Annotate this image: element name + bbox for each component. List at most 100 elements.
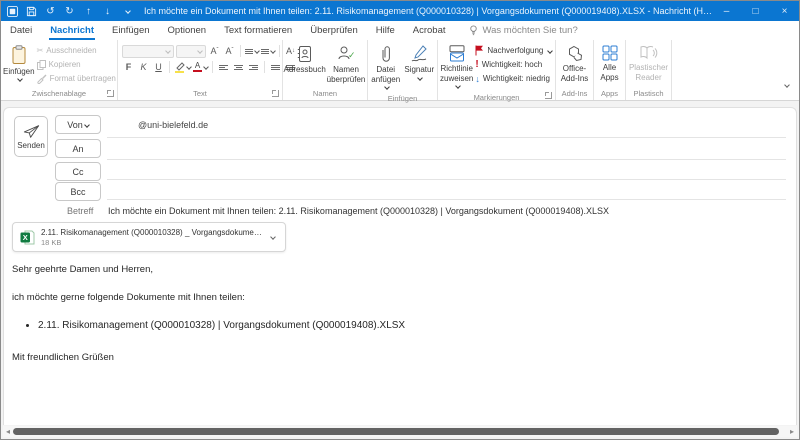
minimize-button[interactable]: – xyxy=(712,1,741,21)
app-icon[interactable] xyxy=(3,2,22,20)
message-body[interactable]: Sehr geehrte Damen und Herren, ich möcht… xyxy=(12,264,784,380)
paintbrush-icon xyxy=(37,74,47,84)
attach-file-button[interactable]: Datei anfügen xyxy=(370,42,402,94)
group-label-text: Text xyxy=(193,89,207,98)
importance-low-button[interactable]: ↓ Wichtigkeit: niedrig xyxy=(475,72,552,85)
lightbulb-icon xyxy=(469,25,478,36)
decrease-indent-button[interactable] xyxy=(269,61,282,74)
undo-icon[interactable]: ↺ xyxy=(41,2,60,20)
cc-button[interactable]: Cc xyxy=(55,162,101,181)
customize-qat-icon[interactable] xyxy=(117,2,136,20)
body-intro: ich möchte gerne folgende Dokumente mit … xyxy=(12,292,784,304)
cc-field[interactable] xyxy=(107,179,786,180)
font-color-button[interactable]: A xyxy=(193,61,208,74)
bcc-field[interactable] xyxy=(107,199,786,200)
svg-text:X: X xyxy=(23,233,28,242)
paste-dropdown-icon[interactable] xyxy=(17,76,23,82)
scrollbar-thumb[interactable] xyxy=(13,428,779,435)
save-icon[interactable] xyxy=(22,2,41,20)
collapse-ribbon-icon[interactable] xyxy=(783,76,789,94)
scroll-right-icon[interactable]: ▸ xyxy=(787,426,797,437)
horizontal-scrollbar[interactable]: ◂ ▸ xyxy=(3,426,797,437)
shrink-font-button[interactable]: Aˇ xyxy=(223,45,236,58)
maximize-button[interactable]: □ xyxy=(741,1,770,21)
signature-dropdown-icon[interactable] xyxy=(417,75,423,81)
tab-ueberpruefen[interactable]: Überprüfen xyxy=(301,21,367,40)
body-bullet-document-link: 2.11. Risikomanagement (Q000010328) | Vo… xyxy=(38,320,784,333)
to-button[interactable]: An xyxy=(55,139,101,158)
tab-nachricht[interactable]: Nachricht xyxy=(41,21,103,40)
scissors-icon: ✂ xyxy=(37,46,44,55)
attachment-dropdown-icon[interactable] xyxy=(263,226,281,248)
group-names: Adressbuch ✓ Namen überprüfen Namen xyxy=(283,40,368,100)
to-field[interactable] xyxy=(107,159,786,160)
highlighter-icon xyxy=(174,62,185,73)
policy-envelope-icon xyxy=(448,45,466,62)
attach-dropdown-icon[interactable] xyxy=(384,84,390,90)
group-tags: Richtlinie zuweisen Nachverfolgung ! Wic… xyxy=(438,40,556,100)
align-right-button[interactable] xyxy=(247,61,260,74)
from-field[interactable] xyxy=(107,137,786,138)
from-value[interactable]: @uni-bielefeld.de xyxy=(138,120,208,130)
group-label-reader: Plastisch xyxy=(633,89,663,98)
tab-datei[interactable]: Datei xyxy=(1,21,41,40)
assign-policy-button[interactable]: Richtlinie zuweisen xyxy=(440,42,473,93)
italic-button[interactable]: K xyxy=(137,61,150,74)
tab-acrobat[interactable]: Acrobat xyxy=(404,21,455,40)
address-book-button[interactable]: Adressbuch xyxy=(285,42,325,75)
move-up-icon[interactable]: ↑ xyxy=(79,2,98,20)
tab-einfuegen[interactable]: Einfügen xyxy=(103,21,159,40)
tell-me-label: Was möchten Sie tun? xyxy=(483,25,578,36)
tab-hilfe[interactable]: Hilfe xyxy=(367,21,404,40)
ribbon-tab-bar: Datei Nachricht Einfügen Optionen Text f… xyxy=(1,21,799,40)
font-size-select[interactable] xyxy=(176,45,206,58)
signature-button[interactable]: Signatur xyxy=(404,42,436,84)
text-dialog-launcher-icon[interactable] xyxy=(272,90,279,97)
clipboard-dialog-launcher-icon[interactable] xyxy=(107,90,114,97)
highlight-color-button[interactable] xyxy=(174,61,191,74)
group-label-names: Namen xyxy=(313,89,337,98)
tell-me-box[interactable]: Was möchten Sie tun? xyxy=(469,21,578,40)
bcc-button[interactable]: Bcc xyxy=(55,182,101,201)
policy-dropdown-icon[interactable] xyxy=(455,83,461,89)
attachment-chip[interactable]: X 2.11. Risikomanagement (Q000010328) _ … xyxy=(12,222,286,252)
group-label-tags: Markierungen xyxy=(474,93,520,102)
scroll-left-icon[interactable]: ◂ xyxy=(3,426,13,437)
bold-button[interactable]: F xyxy=(122,61,135,74)
group-label-include: Einfügen xyxy=(388,94,418,103)
follow-up-button[interactable]: Nachverfolgung xyxy=(475,44,552,57)
cut-button[interactable]: ✂ Ausschneiden xyxy=(37,44,116,57)
importance-high-button[interactable]: ! Wichtigkeit: hoch xyxy=(475,58,552,71)
move-down-icon[interactable]: ↓ xyxy=(98,2,117,20)
follow-up-dropdown-icon[interactable] xyxy=(548,48,554,54)
redo-icon[interactable]: ↻ xyxy=(60,2,79,20)
excel-file-icon: X xyxy=(20,230,35,245)
numbered-list-button[interactable] xyxy=(261,45,275,58)
align-left-button[interactable] xyxy=(217,61,230,74)
from-button[interactable]: Von xyxy=(55,115,101,134)
close-button[interactable]: × xyxy=(770,1,799,21)
bullet-list-button[interactable] xyxy=(245,45,259,58)
send-button[interactable]: Senden xyxy=(14,116,48,157)
tab-optionen[interactable]: Optionen xyxy=(159,21,216,40)
svg-text:✓: ✓ xyxy=(348,50,355,60)
group-clipboard: Einfügen ✂ Ausschneiden Kopieren Format … xyxy=(1,40,118,100)
format-painter-button[interactable]: Format übertragen xyxy=(37,72,116,85)
outlook-message-window: ↺ ↻ ↑ ↓ Ich möchte ein Dokument mit Ihne… xyxy=(0,0,800,440)
address-book-icon xyxy=(297,45,313,63)
tab-text-formatieren[interactable]: Text formatieren xyxy=(215,21,301,40)
quick-access-toolbar: ↺ ↻ ↑ ↓ xyxy=(3,2,136,20)
font-name-select[interactable] xyxy=(122,45,174,58)
office-addins-button[interactable]: Office-Add-Ins xyxy=(558,42,591,83)
check-names-button[interactable]: ✓ Namen überprüfen xyxy=(327,42,366,84)
grow-font-button[interactable]: Aˆ xyxy=(208,45,221,58)
align-center-button[interactable] xyxy=(232,61,245,74)
paste-button[interactable]: Einfügen xyxy=(3,42,35,81)
immersive-reader-button[interactable]: Plastischer Reader xyxy=(628,42,669,82)
all-apps-button[interactable]: Alle Apps xyxy=(596,42,623,82)
underline-button[interactable]: U xyxy=(152,61,165,74)
copy-button[interactable]: Kopieren xyxy=(37,58,116,71)
subject-field[interactable]: Ich möchte ein Dokument mit Ihnen teilen… xyxy=(108,206,784,216)
attachment-size: 18 KB xyxy=(41,238,263,247)
tags-dialog-launcher-icon[interactable] xyxy=(545,92,552,99)
